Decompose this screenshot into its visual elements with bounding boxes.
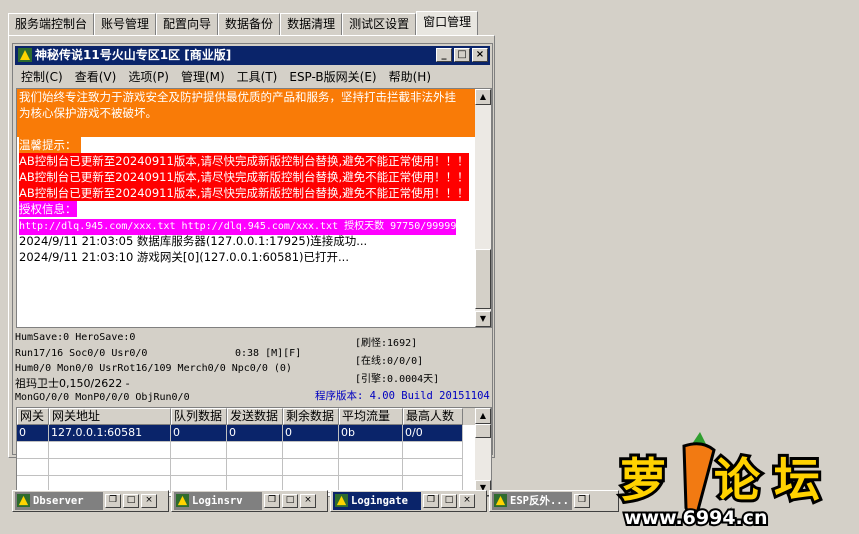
table-row — [17, 459, 491, 476]
status-panel: HumSave:0 HeroSave:0 Run17/16 Soc0/0 Usr… — [15, 330, 493, 403]
uptime-stat: 0:38 [M][F] — [235, 348, 302, 359]
app-icon — [494, 494, 507, 507]
log-line: 温馨提示： — [17, 137, 477, 153]
column-header[interactable]: 剩余数据 — [283, 408, 339, 425]
mon-stat: MonGO/0/0 MonP0/0/0 ObjRun0/0 — [15, 392, 190, 403]
app-icon — [17, 494, 30, 507]
app-icon — [176, 494, 189, 507]
table-cell: 0/0 — [403, 425, 463, 442]
maximize-button[interactable]: □ — [454, 48, 470, 62]
svg-text:论: 论 — [714, 453, 761, 507]
column-header[interactable]: 最高人数 — [403, 408, 463, 425]
column-header[interactable]: 平均流量 — [339, 408, 403, 425]
engine-stat: [引擎:0.0004天] — [355, 374, 440, 385]
hum-stat: Hum0/0 Mon0/0 UsrRot16/109 Merch0/0 Npc0… — [15, 363, 292, 374]
maximize-button[interactable]: □ — [282, 494, 298, 508]
restore-button[interactable]: ❐ — [264, 494, 280, 508]
table-row — [17, 442, 491, 459]
table-row[interactable]: 0 127.0.0.1:60581 0 0 0 0b 0/0 — [17, 425, 491, 442]
table-cell: 0 — [227, 425, 283, 442]
scroll-thumb[interactable] — [475, 249, 491, 309]
main-tab-bar: 服务端控制台 账号管理 配置向导 数据备份 数据清理 测试区设置 窗口管理 — [8, 11, 479, 35]
minimized-title: ESP反外... — [510, 495, 569, 507]
menu-manage[interactable]: 管理(M) — [175, 68, 231, 85]
tab-account-management[interactable]: 账号管理 — [94, 13, 157, 35]
table-cell: 0 — [17, 425, 49, 442]
menu-control[interactable]: 控制(C) — [15, 68, 69, 85]
tab-test-area-settings[interactable]: 测试区设置 — [342, 13, 417, 35]
close-button[interactable]: × — [141, 494, 157, 508]
log-panel[interactable]: 我们始终专注致力于游戏安全及防护提供最优质的产品和服务，坚持打击拦截非法外挂 为… — [16, 88, 492, 328]
menu-help[interactable]: 帮助(H) — [383, 68, 437, 85]
svg-text:坛: 坛 — [774, 453, 820, 507]
close-button[interactable]: × — [459, 494, 475, 508]
menu-view[interactable]: 查看(V) — [69, 68, 123, 85]
maximize-button[interactable]: □ — [441, 494, 457, 508]
scroll-up-icon[interactable]: ▲ — [475, 89, 491, 105]
minimized-window-logingate[interactable]: Logingate ❐ □ × — [330, 490, 487, 512]
table-cell: 127.0.0.1:60581 — [49, 425, 171, 442]
minimized-window-loginsrv[interactable]: Loginsrv ❐ □ × — [171, 490, 328, 512]
menu-esp-gateway[interactable]: ESP-B版网关(E) — [283, 68, 382, 85]
table-cell: 0 — [283, 425, 339, 442]
tab-data-backup[interactable]: 数据备份 — [218, 13, 281, 35]
app-icon — [18, 48, 32, 62]
menu-tools[interactable]: 工具(T) — [231, 68, 284, 85]
minimized-title: Logingate — [351, 495, 408, 507]
minimize-button[interactable]: _ — [436, 48, 452, 62]
table-cell: 0 — [171, 425, 227, 442]
tab-window-management[interactable]: 窗口管理 — [416, 11, 479, 35]
game-server-window: 神秘传说11号火山专区1区 [商业版] _ □ × 控制(C) 查看(V) 选项… — [12, 43, 493, 497]
online-stat: [在线:0/0/0] — [355, 356, 424, 367]
column-header[interactable]: 网关 — [17, 408, 49, 425]
tab-server-console[interactable]: 服务端控制台 — [8, 13, 95, 35]
table-header: 网关 网关地址 队列数据 发送数据 剩余数据 平均流量 最高人数 — [17, 408, 491, 425]
log-line: 授权信息： — [19, 201, 77, 217]
watermark-url: www.6994.cn — [624, 507, 768, 529]
log-line: 2024/9/11 21:03:05 数据库服务器(127.0.0.1:1792… — [19, 234, 368, 248]
scroll-thumb[interactable] — [475, 424, 491, 438]
hum-save-stat: HumSave:0 HeroSave:0 — [15, 332, 136, 343]
scroll-up-icon[interactable]: ▲ — [475, 408, 491, 424]
log-line: AB控制台已更新至20240911版本,请尽快完成新版控制台替换,避免不能正常使… — [19, 153, 469, 169]
restore-button[interactable]: ❐ — [574, 494, 590, 508]
refresh-monster-stat: [刷怪:1692] — [355, 338, 418, 349]
table-scrollbar[interactable]: ▲ ▼ — [475, 408, 491, 496]
column-header[interactable]: 网关地址 — [49, 408, 171, 425]
log-line — [17, 121, 479, 137]
log-line: http://dlq.945.com/xxx.txt http://dlq.94… — [17, 217, 477, 235]
window-title: 神秘传说11号火山专区1区 [商业版] — [35, 48, 232, 62]
log-line: 我们始终专注致力于游戏安全及防护提供最优质的产品和服务，坚持打击拦截非法外挂 — [17, 89, 479, 105]
scroll-down-icon[interactable]: ▼ — [475, 311, 491, 327]
svg-text:萝: 萝 — [620, 453, 666, 507]
tab-data-cleanup[interactable]: 数据清理 — [280, 13, 343, 35]
table-cell: 0b — [339, 425, 403, 442]
menu-bar: 控制(C) 查看(V) 选项(P) 管理(M) 工具(T) ESP-B版网关(E… — [15, 66, 490, 86]
log-line: AB控制台已更新至20240911版本,请尽快完成新版控制台替换,避免不能正常使… — [19, 169, 469, 185]
close-button[interactable]: × — [472, 48, 488, 62]
close-button[interactable]: × — [300, 494, 316, 508]
log-line: AB控制台已更新至20240911版本,请尽快完成新版控制台替换,避免不能正常使… — [19, 185, 469, 201]
log-line: 2024/9/11 21:03:10 游戏网关[0](127.0.0.1:605… — [19, 250, 349, 264]
app-icon — [335, 494, 348, 507]
minimized-title: Loginsrv — [192, 495, 243, 507]
minimized-title: Dbserver — [33, 495, 84, 507]
watermark-logo: 萝 论 坛 www.6994.cn — [617, 432, 823, 530]
restore-button[interactable]: ❐ — [105, 494, 121, 508]
tab-config-wizard[interactable]: 配置向导 — [156, 13, 219, 35]
restore-button[interactable]: ❐ — [423, 494, 439, 508]
column-header[interactable]: 队列数据 — [171, 408, 227, 425]
guard-stat: 祖玛卫士0,150/2622 - — [15, 377, 130, 390]
log-line: 为核心保护游戏不被破坏。 — [17, 105, 479, 121]
run-stat: Run17/16 Soc0/0 Usr0/0 — [15, 348, 148, 359]
menu-options[interactable]: 选项(P) — [122, 68, 175, 85]
log-scrollbar[interactable]: ▲ ▼ — [475, 89, 491, 327]
minimized-window-dbserver[interactable]: Dbserver ❐ □ × — [12, 490, 169, 512]
minimized-window-esp[interactable]: ESP反外... ❐ — [489, 490, 619, 512]
program-version: 程序版本: 4.00 Build 20151104 — [315, 390, 490, 402]
gateway-table: 网关 网关地址 队列数据 发送数据 剩余数据 平均流量 最高人数 0 127.0… — [16, 407, 492, 497]
maximize-button[interactable]: □ — [123, 494, 139, 508]
window-title-bar[interactable]: 神秘传说11号火山专区1区 [商业版] _ □ × — [15, 46, 490, 65]
column-header[interactable]: 发送数据 — [227, 408, 283, 425]
